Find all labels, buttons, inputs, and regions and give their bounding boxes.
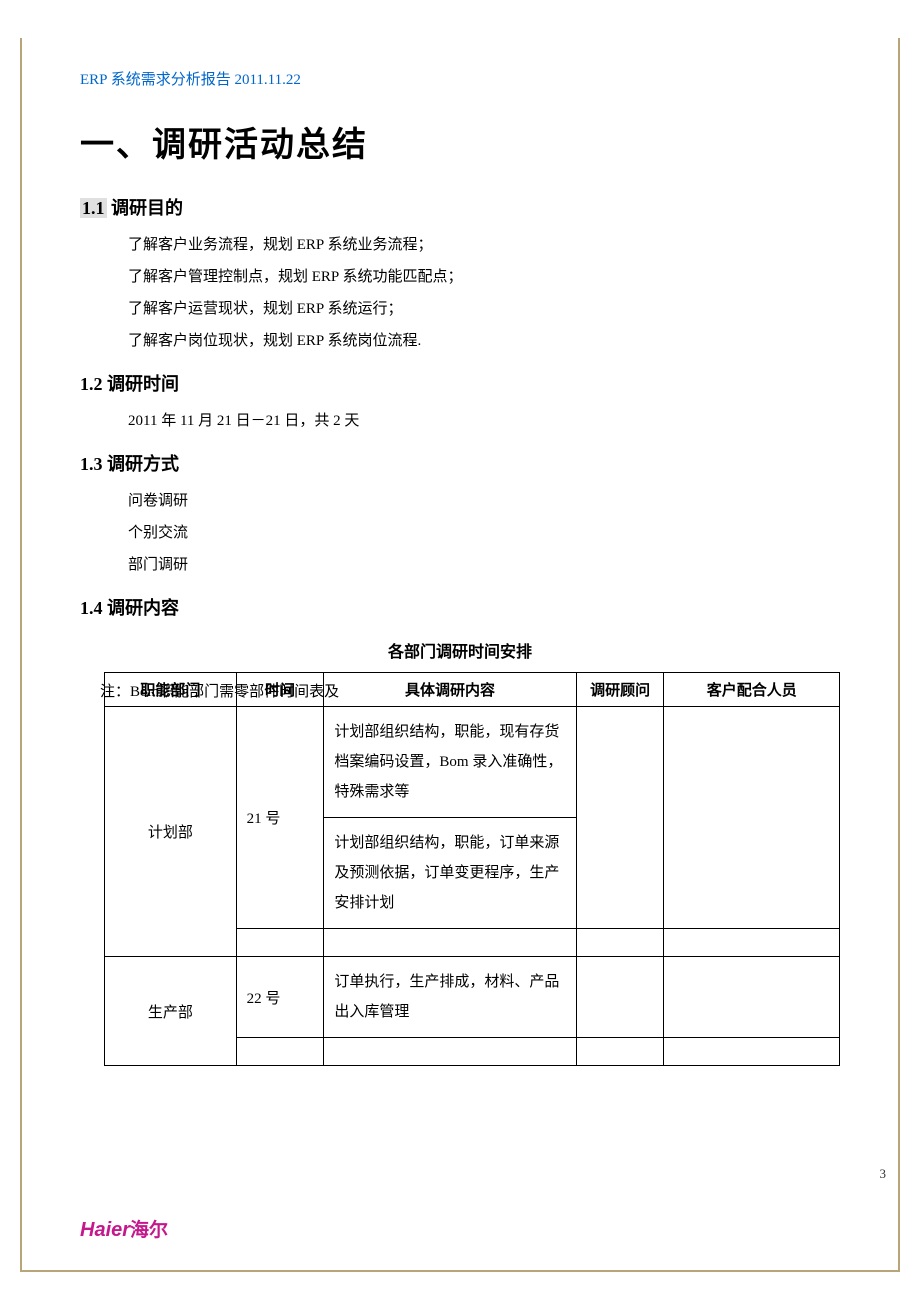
cell-dept: 计划部 (105, 707, 237, 957)
cell-consultant (576, 957, 664, 1038)
table-row: 计划部 21 号 计划部组织结构，职能，现有存货档案编码设置，Bom 录入准确性… (105, 707, 840, 818)
section-1-3-heading: 1.3 调研方式 (80, 450, 840, 476)
table-row: 生产部 22 号 订单执行，生产排成，材料、产品出入库管理 (105, 957, 840, 1038)
body-line: 了解客户业务流程，规划 ERP 系统业务流程； (128, 230, 840, 260)
cell-content: 计划部组织结构，职能，订单来源及预测依据，订单变更程序，生产安排计划 (324, 818, 576, 929)
section-num: 1.4 (80, 598, 103, 618)
cell-customer (664, 707, 840, 929)
cell-content (324, 929, 576, 957)
logo-en: Haier (80, 1219, 130, 1241)
body-line: 个别交流 (128, 518, 840, 548)
section-title: 调研方式 (107, 454, 179, 474)
section-num: 1.1 (80, 198, 107, 218)
cell-consultant (576, 707, 664, 929)
section-num: 1.3 (80, 454, 103, 474)
section-1-3-body: 问卷调研 个别交流 部门调研 (128, 486, 840, 580)
cell-content (324, 1038, 576, 1066)
body-line: 了解客户岗位现状，规划 ERP 系统岗位流程. (128, 326, 840, 356)
document-header: ERP 系统需求分析报告 2011.11.22 (80, 68, 840, 89)
body-line: 2011 年 11 月 21 日－21 日，共 2 天 (128, 406, 840, 436)
table-note-overlay: 注：Bom职能部门需零部件时间表及 (100, 680, 339, 701)
section-1-1-heading: 1.1 调研目的 (80, 194, 840, 220)
th-content: 具体调研内容 (324, 673, 576, 707)
cell-customer (664, 957, 840, 1038)
main-heading: 一、调研活动总结 (80, 117, 840, 166)
th-customer: 客户配合人员 (664, 673, 840, 707)
body-line: 了解客户管理控制点，规划 ERP 系统功能匹配点； (128, 262, 840, 292)
page-number: 3 (880, 1166, 887, 1182)
cell-content: 订单执行，生产排成，材料、产品出入库管理 (324, 957, 576, 1038)
th-consultant: 调研顾问 (576, 673, 664, 707)
body-line: 部门调研 (128, 550, 840, 580)
cell-time: 21 号 (236, 707, 324, 929)
document-content: ERP 系统需求分析报告 2011.11.22 一、调研活动总结 1.1 调研目… (20, 38, 900, 1106)
logo-cn: 海尔 (130, 1220, 168, 1241)
cell-time (236, 1038, 324, 1066)
cell-customer (664, 1038, 840, 1066)
haier-logo: Haier海尔 (80, 1215, 168, 1242)
section-num: 1.2 (80, 374, 103, 394)
cell-time: 22 号 (236, 957, 324, 1038)
section-1-1-body: 了解客户业务流程，规划 ERP 系统业务流程； 了解客户管理控制点，规划 ERP… (128, 230, 840, 356)
section-1-2-heading: 1.2 调研时间 (80, 370, 840, 396)
section-title: 调研内容 (107, 598, 179, 618)
cell-customer (664, 929, 840, 957)
body-line: 了解客户运营现状，规划 ERP 系统运行； (128, 294, 840, 324)
cell-consultant (576, 929, 664, 957)
cell-content: 计划部组织结构，职能，现有存货档案编码设置，Bom 录入准确性，特殊需求等 (324, 707, 576, 818)
body-line: 问卷调研 (128, 486, 840, 516)
table-title: 各部门调研时间安排 (80, 638, 840, 662)
section-1-2-body: 2011 年 11 月 21 日－21 日，共 2 天 (128, 406, 840, 436)
schedule-table: 职能部门 时间 具体调研内容 调研顾问 客户配合人员 计划部 21 号 计划部组… (104, 672, 840, 1066)
schedule-table-wrapper: 注：Bom职能部门需零部件时间表及 职能部门 时间 具体调研内容 调研顾问 客户… (104, 672, 840, 1066)
section-1-4-heading: 1.4 调研内容 (80, 594, 840, 620)
section-title: 调研目的 (111, 198, 183, 218)
cell-time (236, 929, 324, 957)
cell-dept: 生产部 (105, 957, 237, 1066)
section-title: 调研时间 (107, 374, 179, 394)
cell-consultant (576, 1038, 664, 1066)
